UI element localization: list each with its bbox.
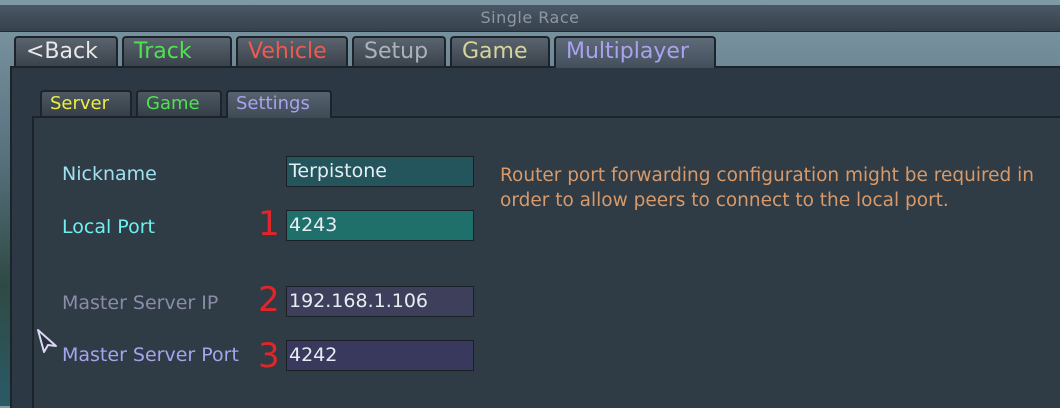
arrow-cursor-icon — [36, 328, 60, 358]
marker-1: 1 — [258, 204, 280, 244]
local-port-label: Local Port — [62, 216, 155, 238]
master-server-ip-field[interactable]: 192.168.1.106 — [286, 286, 474, 317]
window-title: Single Race — [480, 8, 580, 27]
subtab-server[interactable]: Server — [40, 90, 132, 116]
tab-vehicle[interactable]: Vehicle — [236, 36, 348, 66]
nickname-field[interactable]: Terpistone — [286, 156, 474, 187]
tab-multiplayer[interactable]: Multiplayer — [554, 36, 716, 68]
tab-track[interactable]: Track — [122, 36, 232, 66]
nickname-label: Nickname — [62, 163, 157, 185]
local-port-field[interactable]: 4243 — [286, 210, 474, 241]
port-forwarding-note: Router port forwarding configuration mig… — [500, 165, 1035, 211]
tab-game[interactable]: Game — [450, 36, 550, 66]
master-server-port-label: Master Server Port — [62, 344, 239, 366]
master-server-ip-label: Master Server IP — [62, 292, 219, 314]
tab-setup[interactable]: Setup — [352, 36, 446, 66]
marker-2: 2 — [258, 280, 280, 320]
master-server-port-field[interactable]: 4242 — [286, 340, 474, 371]
subtab-game[interactable]: Game — [136, 90, 222, 116]
tab-back[interactable]: <Back — [14, 36, 118, 66]
marker-3: 3 — [258, 336, 280, 376]
window-titlebar: Single Race — [0, 5, 1060, 32]
subtab-settings[interactable]: Settings — [226, 90, 332, 118]
